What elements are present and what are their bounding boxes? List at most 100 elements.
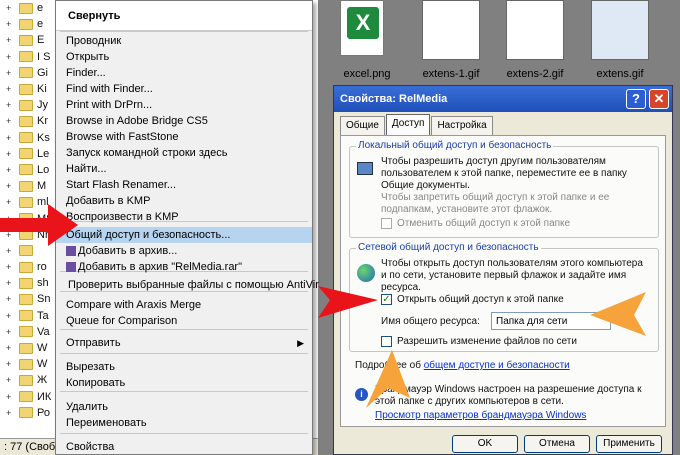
expand-icon[interactable]: + (6, 375, 15, 385)
menu-item[interactable]: Вырезать (56, 359, 312, 375)
menu-item-label: Browse in Adobe Bridge CS5 (66, 115, 208, 127)
expand-icon[interactable]: + (6, 3, 15, 13)
expand-icon[interactable]: + (6, 84, 15, 94)
extens-thumbnail[interactable] (591, 0, 649, 60)
help-button[interactable]: ? (626, 89, 646, 109)
expand-icon[interactable]: + (6, 181, 15, 191)
menu-item[interactable]: Свойства (56, 439, 312, 455)
apply-button[interactable]: Применить (596, 435, 662, 453)
menu-item[interactable]: Переименовать (56, 415, 312, 431)
menu-item[interactable]: Добавить в KMP (56, 193, 312, 209)
menu-item[interactable]: Удалить (56, 399, 312, 415)
tree-item-label: Sn (37, 293, 51, 306)
menu-item-collapse[interactable]: Свернуть (56, 1, 312, 31)
firewall-settings-link[interactable]: Просмотр параметров брандмауэра Windows (375, 410, 586, 422)
tree-item-label: W (37, 342, 48, 355)
menu-separator (60, 31, 308, 32)
thumbnail-label: excel.png (343, 68, 391, 80)
menu-item[interactable]: Общий доступ и безопасность... (56, 227, 312, 243)
menu-item[interactable]: Отправить ▶ (56, 335, 312, 351)
menu-item[interactable]: Find with Finder... (56, 81, 312, 97)
menu-item[interactable]: Browse in Adobe Bridge CS5 (56, 113, 312, 129)
expand-icon[interactable]: + (6, 359, 15, 369)
menu-item[interactable]: Compare with Araxis Merge (56, 297, 312, 313)
folder-icon (19, 277, 33, 289)
folder-icon (19, 342, 33, 354)
tree-item-label: M (37, 180, 47, 193)
make-private-checkbox[interactable] (381, 218, 392, 229)
menu-item-label: Воспроизвести в KMP (66, 211, 179, 223)
folder-icon (19, 34, 33, 46)
menu-item-label: Копировать (66, 377, 126, 389)
menu-item[interactable]: Browse with FastStone (56, 129, 312, 145)
menu-item[interactable]: Добавить в архив... (56, 243, 312, 259)
menu-item[interactable]: Воспроизвести в KMP (56, 209, 312, 225)
expand-icon[interactable]: + (6, 19, 15, 29)
private-folder-text: Чтобы запретить общий доступ к этой папк… (381, 192, 610, 215)
expand-icon[interactable]: + (6, 116, 15, 126)
folder-icon (19, 2, 33, 14)
menu-item[interactable]: Queue for Comparison (56, 313, 312, 329)
expand-icon[interactable]: + (6, 343, 15, 353)
expand-icon[interactable]: + (6, 149, 15, 159)
menu-item[interactable]: Добавить в архив "RelMedia.rar" (56, 259, 312, 275)
expand-icon[interactable]: + (6, 278, 15, 288)
tree-item-label: Kr (37, 115, 48, 128)
expand-icon[interactable]: + (6, 262, 15, 272)
menu-item-label: Свойства (66, 441, 115, 453)
tree-item-label: sh (37, 277, 49, 290)
tree-item-label: Ks (37, 131, 50, 144)
expand-icon[interactable]: + (6, 100, 15, 110)
folder-icon (19, 148, 33, 160)
menu-item[interactable]: Проверить выбранные файлы с помощью Anti… (56, 277, 319, 293)
tree-item-label: Gi (37, 66, 48, 79)
allow-edit-checkbox[interactable] (381, 336, 392, 347)
close-button[interactable]: ✕ (649, 89, 669, 109)
submenu-arrow-icon: ▶ (297, 337, 304, 348)
ok-button[interactable]: OK (452, 435, 518, 453)
menu-item-label: Browse with FastStone (66, 131, 179, 143)
tab-customize[interactable]: Настройка (431, 116, 493, 136)
menu-item-label: Queue for Comparison (66, 315, 178, 327)
tab-sharing[interactable]: Доступ (385, 114, 431, 136)
orange-arrow-share-name-annotation (590, 292, 646, 336)
menu-item[interactable]: Print with DrPrn... (56, 97, 312, 113)
expand-icon[interactable]: + (6, 408, 15, 418)
expand-icon[interactable]: + (6, 52, 15, 62)
excel-file-thumbnail[interactable]: X (340, 0, 384, 56)
extens-1-thumbnail[interactable] (422, 0, 480, 60)
menu-item[interactable]: Найти... (56, 161, 312, 177)
expand-icon[interactable]: + (6, 35, 15, 45)
expand-icon[interactable]: + (6, 68, 15, 78)
menu-item[interactable]: Копировать (56, 375, 312, 391)
red-arrow-menu-annotation (0, 204, 78, 246)
expand-icon[interactable]: + (6, 133, 15, 143)
menu-item[interactable]: Start Flash Renamer... (56, 177, 312, 193)
folder-icon (19, 51, 33, 63)
menu-item[interactable]: Запуск командной строки здесь (56, 145, 312, 161)
share-folder-label: Открыть общий доступ к этой папке (397, 294, 564, 305)
tab-general[interactable]: Общие (340, 116, 385, 136)
tree-item-label: Ta (37, 309, 49, 322)
folder-icon (19, 310, 33, 322)
extens-2-thumbnail[interactable] (506, 0, 564, 60)
more-info-link[interactable]: общем доступе и безопасности (424, 360, 570, 371)
folder-icon (19, 132, 33, 144)
expand-icon[interactable]: + (6, 165, 15, 175)
menu-item[interactable]: Finder... (56, 65, 312, 81)
menu-item[interactable]: Проводник (56, 33, 312, 49)
share-folder-checkbox[interactable]: ✓ (381, 294, 392, 305)
expand-icon[interactable]: + (6, 392, 15, 402)
expand-icon[interactable]: + (6, 294, 15, 304)
winrar-icon (66, 262, 76, 272)
menu-item[interactable]: Открыть (56, 49, 312, 65)
cancel-button[interactable]: Отмена (524, 435, 590, 453)
tree-item-label: e (37, 18, 44, 31)
expand-icon[interactable]: + (6, 327, 15, 337)
menu-item-label: Compare with Araxis Merge (66, 299, 202, 311)
share-name-label: Имя общего ресурса: (381, 316, 480, 327)
tree-item-label: Jy (37, 99, 48, 112)
folder-icon (19, 164, 33, 176)
expand-icon[interactable]: + (6, 311, 15, 321)
menu-item-label: Добавить в архив "RelMedia.rar" (78, 261, 243, 273)
